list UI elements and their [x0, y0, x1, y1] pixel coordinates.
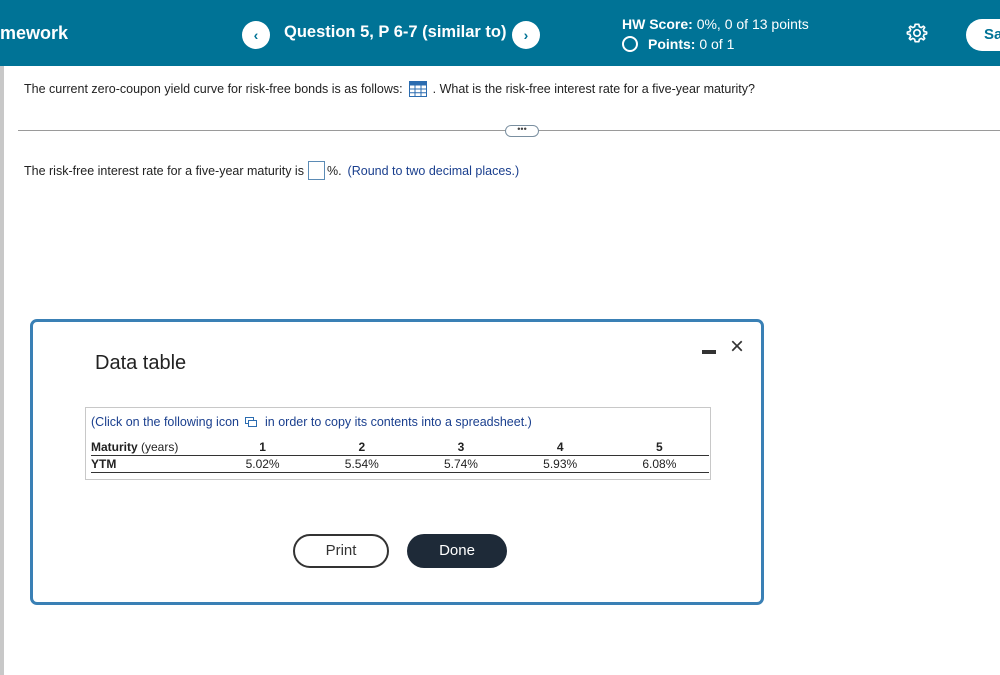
maturity-cell: 5: [609, 439, 709, 456]
rounding-instruction: (Round to two decimal places.): [347, 163, 520, 178]
minimize-icon: [702, 350, 716, 354]
close-icon[interactable]: ×: [730, 335, 744, 359]
previous-question-button[interactable]: ‹: [242, 21, 270, 49]
ytm-cell: 5.93%: [510, 455, 610, 473]
data-table-icon[interactable]: [408, 81, 427, 97]
question-prompt: The current zero-coupon yield curve for …: [24, 81, 755, 97]
dialog-title: Data table: [95, 352, 187, 374]
hw-score-label: HW Score:: [622, 16, 693, 32]
print-button[interactable]: Print: [293, 534, 389, 568]
answer-percent-suffix: %.: [326, 163, 342, 178]
points-label: Points:: [648, 36, 696, 52]
ytm-cell: 5.74%: [411, 455, 511, 473]
yield-curve-table: Maturity (years) 1 2 3 4 5 YTM 5.02% 5.5…: [91, 439, 709, 473]
maturity-cell: 3: [411, 439, 511, 456]
question-points: Points: 0 of 1: [622, 36, 734, 52]
ytm-row: YTM 5.02% 5.54% 5.74% 5.93% 6.08%: [91, 455, 709, 473]
top-header-bar: mework ‹ Question 5, P 6-7 (similar to) …: [0, 0, 1000, 66]
maturity-cell: 1: [213, 439, 313, 456]
more-options-button[interactable]: •••: [505, 125, 539, 137]
save-button[interactable]: Sa: [966, 19, 1000, 51]
copy-instruction: (Click on the following icon in order to…: [91, 415, 532, 429]
left-scroll-edge: [0, 66, 4, 675]
ytm-cell: 6.08%: [609, 455, 709, 473]
question-title: Question 5, P 6-7 (similar to): [284, 23, 507, 41]
prompt-text-before: The current zero-coupon yield curve for …: [24, 82, 403, 96]
answer-line: The risk-free interest rate for a five-y…: [24, 161, 519, 180]
maturity-row-header: Maturity (years): [91, 439, 213, 456]
points-value: 0 of 1: [699, 36, 735, 52]
points-status-icon: [622, 36, 638, 52]
ytm-row-header: YTM: [91, 455, 213, 473]
app-title: mework: [0, 23, 69, 43]
settings-gear-icon[interactable]: [906, 22, 928, 44]
maturity-cell: 2: [312, 439, 412, 456]
copy-to-spreadsheet-icon[interactable]: [245, 417, 257, 427]
data-table-box: (Click on the following icon in order to…: [85, 407, 711, 480]
answer-input[interactable]: [307, 161, 325, 180]
ytm-cell: 5.54%: [312, 455, 412, 473]
done-button[interactable]: Done: [407, 534, 507, 568]
maturity-row: Maturity (years) 1 2 3 4 5: [91, 439, 709, 456]
maturity-cell: 4: [510, 439, 610, 456]
answer-text-before: The risk-free interest rate for a five-y…: [24, 163, 304, 178]
copy-instruction-after: in order to copy its contents into a spr…: [265, 415, 532, 429]
hw-score: HW Score: 0%, 0 of 13 points: [622, 16, 809, 32]
next-question-button[interactable]: ›: [512, 21, 540, 49]
data-table-dialog: Data table × (Click on the following ico…: [30, 319, 764, 605]
ytm-cell: 5.02%: [213, 455, 313, 473]
copy-instruction-before: (Click on the following icon: [91, 415, 239, 429]
minimize-button[interactable]: [698, 340, 720, 360]
hw-score-value: 0%, 0 of 13 points: [696, 16, 809, 32]
prompt-text-after: . What is the risk-free interest rate fo…: [432, 82, 755, 96]
